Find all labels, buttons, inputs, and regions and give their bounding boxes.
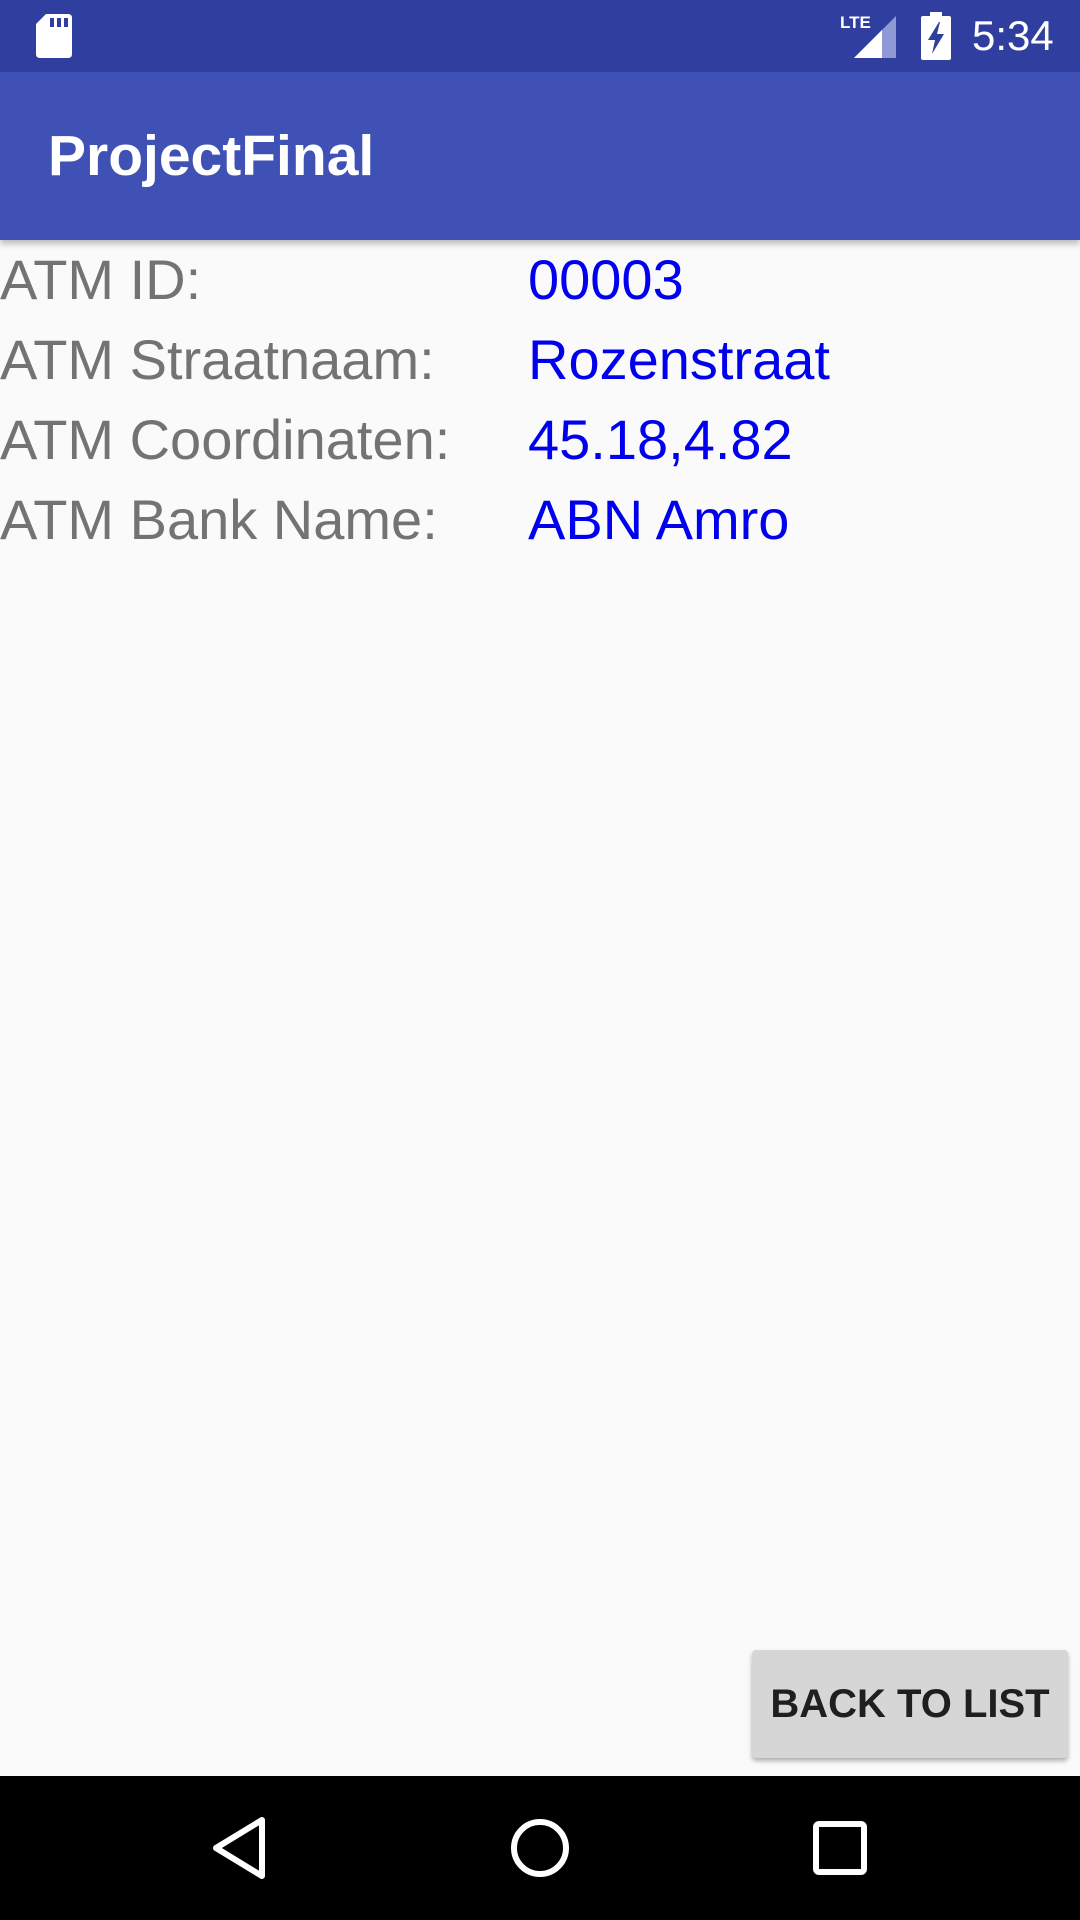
atm-street-label: ATM Straatnaam: [0,328,435,391]
status-clock: 5:34 [972,12,1054,59]
atm-street-row: ATM Straatnaam: Rozenstraat [0,320,1080,400]
atm-bank-row: ATM Bank Name: ABN Amro [0,480,1080,560]
atm-coordinates-row: ATM Coordinaten: 45.18,4.82 [0,400,1080,480]
atm-bank-value: ABN Amro [528,488,790,551]
atm-coordinates-label: ATM Coordinaten: [0,408,451,471]
recents-icon[interactable] [804,1812,876,1884]
back-to-list-button[interactable]: BACK TO LIST [752,1650,1068,1758]
sd-card-icon [36,14,72,58]
back-icon[interactable] [204,1812,276,1884]
atm-coordinates-value: 45.18,4.82 [528,408,793,471]
app-title: ProjectFinal [48,124,375,188]
atm-id-row: ATM ID: 00003 [0,240,1080,320]
atm-bank-label: ATM Bank Name: [0,488,438,551]
atm-id-label: ATM ID: [0,248,202,311]
atm-street-value: Rozenstraat [528,328,830,391]
navigation-bar [0,1776,1080,1920]
app-bar: ProjectFinal [0,72,1080,240]
atm-id-value: 00003 [528,248,684,311]
status-bar: LTE 5:34 [0,0,1080,72]
home-icon[interactable] [504,1812,576,1884]
svg-text:LTE: LTE [840,13,871,32]
atm-details: ATM ID: 00003 ATM Straatnaam: Rozenstraa… [0,240,1080,560]
lte-signal-icon: LTE [840,13,896,58]
battery-charging-icon [921,12,951,60]
